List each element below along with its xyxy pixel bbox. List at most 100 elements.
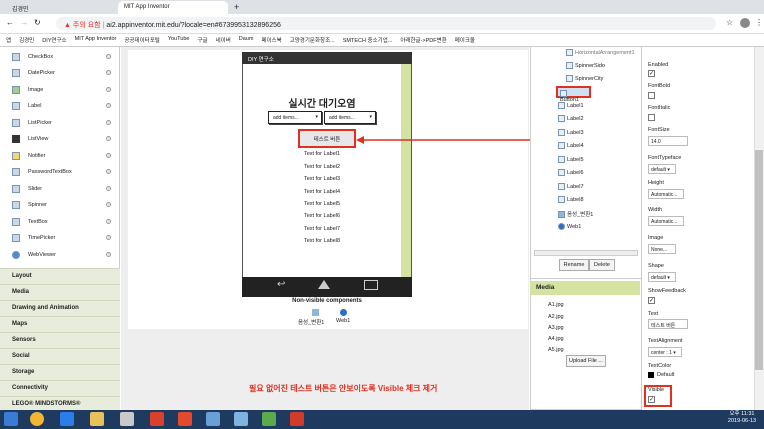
category-storage[interactable]: Storage xyxy=(0,364,120,380)
palette-item-passwordtextbox[interactable]: PasswordTextBox? xyxy=(0,166,120,179)
help-icon[interactable]: ? xyxy=(106,120,111,125)
url-input[interactable]: ▲ 주의 요함 | ai2.appinventor.mit.edu/?local… xyxy=(56,17,716,30)
reload-icon[interactable]: ↻ xyxy=(34,18,41,27)
palette-item-checkbox[interactable]: CheckBox? xyxy=(0,51,120,64)
phone-label-5[interactable]: Text for Label5 xyxy=(242,201,402,207)
phone-label-7[interactable]: Text for Label7 xyxy=(242,226,402,232)
media-file[interactable]: A5.jpg xyxy=(548,347,564,353)
tab-mit-app-inventor[interactable]: MIT App Inventor xyxy=(118,1,228,14)
tree-node-harrangement[interactable]: HorizontalArrangement1 xyxy=(566,49,635,56)
avatar[interactable] xyxy=(740,18,750,28)
prop-text-input[interactable]: 테스트 버튼 xyxy=(648,319,688,329)
prop-enabled-checkbox[interactable]: ✓ xyxy=(648,70,655,77)
tree-node-label7[interactable]: Label7 xyxy=(558,183,584,190)
nonvisible-web[interactable]: Web1 xyxy=(336,318,350,324)
spinner-sido[interactable]: add items... ▾ xyxy=(268,111,322,124)
bookmark-item[interactable]: 고양경기문화창조... xyxy=(290,36,335,44)
prop-fonttypeface-select[interactable]: default ▾ xyxy=(648,164,676,174)
bookmark-item[interactable]: YouTube xyxy=(168,36,190,44)
palette-item-spinner[interactable]: Spinner? xyxy=(0,199,120,212)
scrollbar-thumb[interactable] xyxy=(755,150,763,370)
prop-visible-checkbox[interactable]: ✓ xyxy=(648,396,655,403)
tab-kimkyungmin[interactable]: 김경민 xyxy=(6,1,102,14)
help-icon[interactable]: ? xyxy=(106,169,111,174)
palette-item-listpicker[interactable]: ListPicker? xyxy=(0,117,120,130)
chrome-icon[interactable] xyxy=(30,412,44,426)
bookmark-item[interactable]: DIY연구소 xyxy=(42,36,66,44)
tree-node-speech[interactable]: 음성_변환1 xyxy=(558,210,593,219)
palette-item-label[interactable]: Label? xyxy=(0,100,120,113)
category-maps[interactable]: Maps xyxy=(0,316,120,332)
star-icon[interactable]: ☆ xyxy=(726,18,733,27)
prop-fontbold-checkbox[interactable] xyxy=(648,92,655,99)
app-icon[interactable] xyxy=(120,412,134,426)
palette-item-webviewer[interactable]: WebViewer? xyxy=(0,249,120,262)
tree-node-web1[interactable]: Web1 xyxy=(558,223,581,230)
prop-textalignment-select[interactable]: center : 1 ▾ xyxy=(648,347,682,357)
help-icon[interactable]: ? xyxy=(106,70,111,75)
media-file[interactable]: A3.jpg xyxy=(548,325,564,331)
help-icon[interactable]: ? xyxy=(106,54,111,59)
prop-shape-select[interactable]: default ▾ xyxy=(648,272,676,282)
prop-showfeedback-checkbox[interactable]: ✓ xyxy=(648,297,655,304)
app-icon[interactable] xyxy=(206,412,220,426)
media-file[interactable]: A1.jpg xyxy=(548,302,564,308)
palette-item-notifier[interactable]: Notifier? xyxy=(0,150,120,163)
bookmark-item[interactable]: Daum xyxy=(239,36,254,44)
bookmark-item[interactable]: 메이크올 xyxy=(455,36,475,44)
tree-node-label8[interactable]: Label8 xyxy=(558,196,584,203)
help-icon[interactable]: ? xyxy=(106,186,111,191)
tree-node-button1[interactable]: Button1 xyxy=(556,86,591,103)
bookmark-item[interactable]: 아래한글->PDF변환 xyxy=(400,36,446,44)
bookmark-apps[interactable]: 앱 xyxy=(6,36,11,44)
phone-label-1[interactable]: Text for Label1 xyxy=(242,151,402,157)
textcolor-swatch[interactable] xyxy=(648,372,654,378)
bookmark-item[interactable]: 구글 xyxy=(197,36,207,44)
category-social[interactable]: Social xyxy=(0,348,120,364)
bookmark-item[interactable]: 공공데이터포털 xyxy=(124,36,159,44)
test-button[interactable]: 테스트 버튼 xyxy=(298,129,356,148)
app-icon[interactable] xyxy=(290,412,304,426)
help-icon[interactable]: ? xyxy=(106,202,111,207)
delete-button[interactable]: Delete xyxy=(589,259,615,271)
tree-horizontal-scrollbar[interactable] xyxy=(534,250,638,256)
bookmark-item[interactable]: 페이스북 xyxy=(261,36,281,44)
media-file[interactable]: A2.jpg xyxy=(548,314,564,320)
media-file[interactable]: A4.jpg xyxy=(548,336,564,342)
explorer-icon[interactable] xyxy=(90,412,104,426)
category-media[interactable]: Media xyxy=(0,284,120,300)
help-icon[interactable]: ? xyxy=(106,219,111,224)
help-icon[interactable]: ? xyxy=(106,136,111,141)
help-icon[interactable]: ? xyxy=(106,235,111,240)
category-sensors[interactable]: Sensors xyxy=(0,332,120,348)
upload-file-button[interactable]: Upload File ... xyxy=(566,355,606,367)
menu-icon[interactable]: ⋮ xyxy=(755,18,763,27)
help-icon[interactable]: ? xyxy=(106,103,111,108)
bookmark-item[interactable]: MIT App Inventor xyxy=(75,36,117,44)
help-icon[interactable]: ? xyxy=(106,252,111,257)
palette-item-listview[interactable]: ListView? xyxy=(0,133,120,146)
phone-label-3[interactable]: Text for Label3 xyxy=(242,176,402,182)
phone-label-8[interactable]: Text for Label8 xyxy=(242,238,402,244)
nonvisible-speech[interactable]: 음성_변환1 xyxy=(298,318,324,326)
palette-item-image[interactable]: Image? xyxy=(0,84,120,97)
prop-fontsize-input[interactable]: 14.0 xyxy=(648,136,688,146)
prop-fontitalic-checkbox[interactable] xyxy=(648,114,655,121)
tree-node-spinnercity[interactable]: SpinnerCity xyxy=(566,75,603,82)
new-tab-button[interactable]: + xyxy=(234,2,239,12)
palette-item-slider[interactable]: Slider? xyxy=(0,183,120,196)
app-icon[interactable] xyxy=(262,412,276,426)
app-icon[interactable] xyxy=(234,412,248,426)
tree-node-label2[interactable]: Label2 xyxy=(558,115,584,122)
help-icon[interactable]: ? xyxy=(106,153,111,158)
bookmark-item[interactable]: 김경민 xyxy=(19,36,34,44)
category-drawing[interactable]: Drawing and Animation xyxy=(0,300,120,316)
ie-icon[interactable] xyxy=(60,412,74,426)
prop-width-input[interactable]: Automatic... xyxy=(648,216,684,226)
prop-image-input[interactable]: None... xyxy=(648,244,676,254)
tree-node-label3[interactable]: Label3 xyxy=(558,129,584,136)
app-icon[interactable] xyxy=(178,412,192,426)
phone-label-2[interactable]: Text for Label2 xyxy=(242,164,402,170)
start-icon[interactable] xyxy=(4,412,18,426)
category-connectivity[interactable]: Connectivity xyxy=(0,380,120,396)
